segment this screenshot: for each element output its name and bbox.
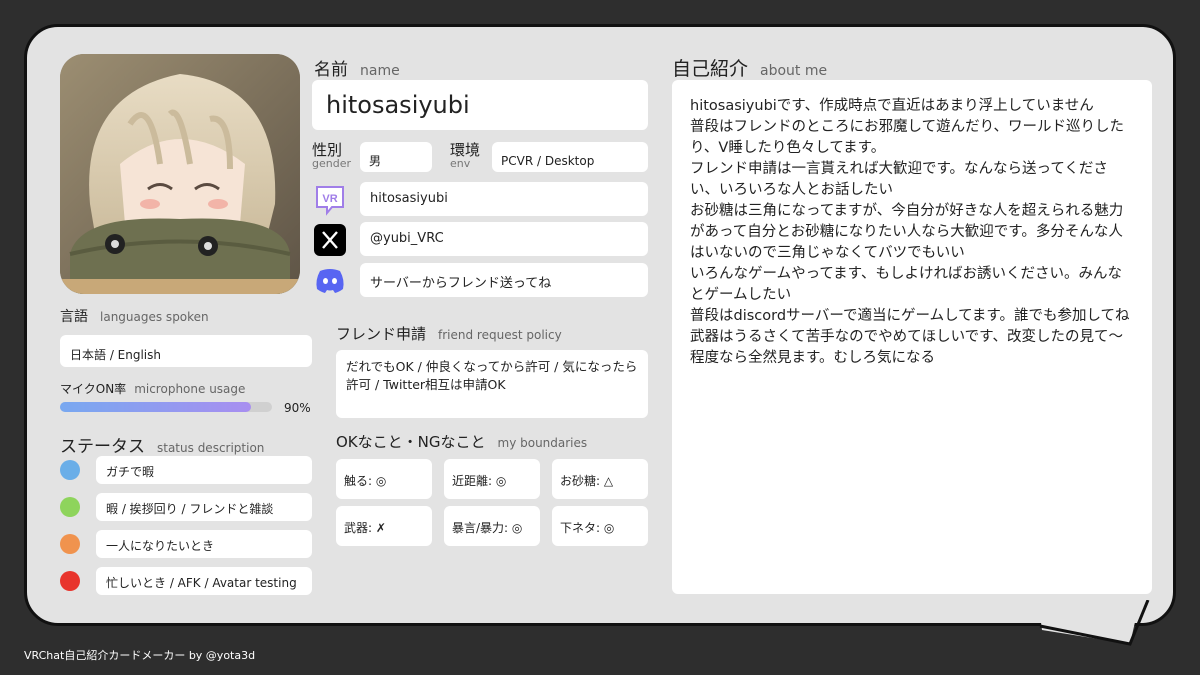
languages-value-box: 日本語 / English bbox=[60, 335, 312, 367]
about-paragraph: hitosasiyubiです、作成時点で直近はあまり浮上していません bbox=[690, 98, 1094, 114]
status-item-text: 忙しいとき / AFK / Avatar testing bbox=[106, 576, 297, 590]
about-paragraph: お砂糖は三角になってますが、今自分が好きな人を超えられる魅力があって自分とお砂糖… bbox=[690, 203, 1124, 261]
status-dot bbox=[60, 571, 80, 591]
about-paragraph: いろんなゲームやってます、もしよければお誘いください。みんなとゲームしたい bbox=[690, 266, 1122, 303]
sns-discord: サーバーからフレンド送ってね bbox=[360, 263, 648, 297]
status-item-text: 一人になりたいとき bbox=[106, 539, 215, 553]
sns-vrchat-value: hitosasiyubi bbox=[370, 191, 448, 206]
sns-x-value: @yubi_VRC bbox=[370, 231, 444, 246]
status-header: ステータス status description bbox=[60, 432, 264, 457]
env-box: PCVR / Desktop bbox=[492, 142, 648, 172]
boundaries-label: OKなこと・NGなこと bbox=[336, 433, 486, 451]
boundary-item-text: 暴言/暴力: ◎ bbox=[452, 521, 523, 535]
name-label-en: name bbox=[360, 63, 400, 79]
boundary-item: 武器: ✗ bbox=[336, 506, 432, 546]
discord-icon bbox=[312, 262, 348, 298]
status-dot bbox=[60, 497, 80, 517]
mic-label-en: microphone usage bbox=[134, 382, 246, 396]
name-header: 名前 name bbox=[314, 55, 400, 80]
languages-label-en: languages spoken bbox=[100, 310, 209, 324]
status-dot bbox=[60, 460, 80, 480]
status-dot bbox=[60, 534, 80, 554]
boundary-item: 触る: ◎ bbox=[336, 459, 432, 499]
sns-vrchat: hitosasiyubi bbox=[360, 182, 648, 216]
boundary-item-text: 触る: ◎ bbox=[344, 474, 387, 488]
mic-header: マイクON率 microphone usage bbox=[60, 378, 245, 397]
sns-x: @yubi_VRC bbox=[360, 222, 648, 256]
gender-box: 男 bbox=[360, 142, 432, 172]
gender-label-en: gender bbox=[312, 157, 351, 170]
gender-header: 性別 gender bbox=[312, 143, 351, 171]
status-label-en: status description bbox=[157, 441, 265, 455]
boundary-item: 近距離: ◎ bbox=[444, 459, 540, 499]
about-paragraph: 普段はdiscordサーバーで適当にゲームしてます。誰でも参加してね bbox=[690, 308, 1130, 324]
status-item: 暇 / 挨拶回り / フレンドと雑談 bbox=[96, 493, 312, 521]
friend-request-box: だれでもOK / 仲良くなってから許可 / 気になったら許可 / Twitter… bbox=[336, 350, 648, 418]
friend-request-header: フレンド申請 friend request policy bbox=[336, 323, 562, 344]
languages-header: 言語 languages spoken bbox=[60, 306, 209, 326]
languages-value: 日本語 / English bbox=[70, 348, 162, 362]
env-value: PCVR / Desktop bbox=[501, 154, 595, 168]
svg-text:VR: VR bbox=[322, 193, 337, 205]
about-paragraph: 普段はフレンドのところにお邪魔して遊んだり、ワールド巡りしたり、V睡したり色々し… bbox=[690, 119, 1124, 156]
x-icon bbox=[312, 222, 348, 258]
gender-label: 性別 bbox=[312, 141, 343, 159]
friend-request-label: フレンド申請 bbox=[336, 325, 427, 343]
boundary-item: 下ネタ: ◎ bbox=[552, 506, 648, 546]
boundary-item: お砂糖: △ bbox=[552, 459, 648, 499]
boundary-item-text: 武器: ✗ bbox=[344, 521, 386, 535]
gender-value: 男 bbox=[369, 154, 382, 168]
mic-usage-bar bbox=[60, 402, 272, 412]
boundaries-label-en: my boundaries bbox=[497, 436, 588, 450]
status-item: 一人になりたいとき bbox=[96, 530, 312, 558]
status-item: 忙しいとき / AFK / Avatar testing bbox=[96, 567, 312, 595]
about-label-en: about me bbox=[760, 63, 828, 79]
boundary-item-text: 近距離: ◎ bbox=[452, 474, 507, 488]
mic-usage-fill bbox=[60, 402, 251, 412]
name-box: hitosasiyubi bbox=[312, 80, 648, 130]
mic-label: マイクON率 bbox=[60, 382, 127, 396]
name-value: hitosasiyubi bbox=[326, 91, 470, 119]
vrchat-icon: VR bbox=[312, 182, 348, 218]
boundaries-header: OKなこと・NGなこと my boundaries bbox=[336, 431, 587, 452]
boundary-item-text: 下ネタ: ◎ bbox=[560, 521, 615, 535]
about-label: 自己紹介 bbox=[672, 58, 749, 80]
mic-percent: 90% bbox=[284, 401, 311, 415]
env-label: 環境 bbox=[450, 141, 481, 159]
status-item-text: 暇 / 挨拶回り / フレンドと雑談 bbox=[106, 502, 274, 516]
name-label: 名前 bbox=[314, 60, 348, 80]
status-label: ステータス bbox=[60, 437, 145, 457]
friend-request-label-en: friend request policy bbox=[438, 328, 562, 342]
status-item: ガチで暇 bbox=[96, 456, 312, 484]
friend-request-text: だれでもOK / 仲良くなってから許可 / 気になったら許可 / Twitter… bbox=[346, 359, 638, 392]
languages-label: 言語 bbox=[60, 309, 88, 325]
avatar-photo bbox=[60, 54, 300, 294]
status-item-text: ガチで暇 bbox=[106, 465, 155, 479]
about-paragraph: 武器はうるさくて苦手なのでやめてほしいです、改変したの見て〜程度なら全然見ます。… bbox=[690, 329, 1123, 366]
sns-discord-value: サーバーからフレンド送ってね bbox=[370, 276, 552, 291]
env-header: 環境 env bbox=[450, 143, 480, 171]
about-header: 自己紹介 about me bbox=[672, 54, 827, 81]
boundary-item: 暴言/暴力: ◎ bbox=[444, 506, 540, 546]
footer-credit: VRChat自己紹介カードメーカー by @yota3d bbox=[24, 649, 256, 662]
speech-bubble-tail bbox=[1038, 600, 1150, 646]
env-label-en: env bbox=[450, 157, 471, 170]
boundary-item-text: お砂糖: △ bbox=[560, 474, 614, 488]
about-paragraph: フレンド申請は一言貰えれば大歓迎です。なんなら送ってください、いろいろな人とお話… bbox=[690, 161, 1108, 198]
about-box: hitosasiyubiです、作成時点で直近はあまり浮上していません普段はフレン… bbox=[672, 80, 1152, 594]
